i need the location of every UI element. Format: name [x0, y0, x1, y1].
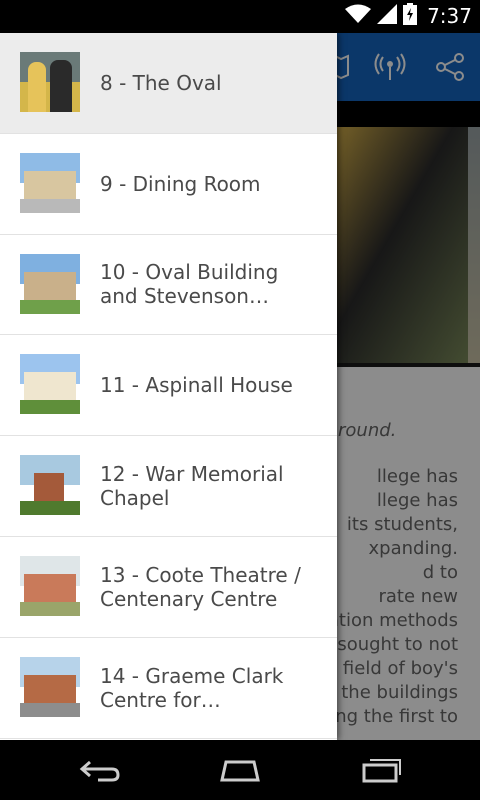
status-icons: 7:37	[345, 3, 472, 29]
dining-room-building-photo	[20, 152, 80, 213]
wifi-icon	[345, 4, 372, 28]
drawer-item-label: 9 - Dining Room	[100, 171, 261, 196]
screen: 7:37 round. llege has llege has its studen…	[0, 0, 480, 800]
navigation-bar	[0, 740, 480, 800]
recent-apps-icon[interactable]	[352, 750, 412, 790]
drawer-item-label: 11 - Aspinall House	[100, 373, 293, 398]
chapel-photo	[20, 455, 80, 516]
clock: 7:37	[427, 4, 472, 28]
drawer-item-the-oval[interactable]: 8 - The Oval	[0, 33, 337, 134]
drawer-item-oval-building[interactable]: 10 - Oval Building and Stevenson Library	[0, 235, 337, 336]
football-players-photo	[20, 52, 80, 112]
drawer-item-label: 8 - The Oval	[100, 70, 222, 95]
drawer-item-label: 14 - Graeme Clark Centre for Innovation…	[100, 663, 284, 712]
oval-building-photo	[20, 253, 80, 314]
aspinall-house-photo	[20, 354, 80, 415]
drawer-item-war-memorial-chapel[interactable]: 12 - War Memorial Chapel	[0, 436, 337, 537]
status-bar: 7:37	[0, 0, 480, 33]
drawer-item-coote-theatre[interactable]: 13 - Coote Theatre / Centenary Centre	[0, 537, 337, 638]
home-icon[interactable]	[210, 750, 270, 790]
drawer-item-label: 10 - Oval Building and Stevenson Library	[100, 260, 279, 309]
drawer-item-graeme-clark-centre[interactable]: 14 - Graeme Clark Centre for Innovation…	[0, 638, 337, 739]
battery-charging-icon	[403, 3, 418, 29]
drawer-item-aspinall-house[interactable]: 11 - Aspinall House	[0, 335, 337, 437]
back-icon[interactable]	[70, 750, 130, 790]
theatre-photo	[20, 555, 80, 616]
drawer-item-label: 13 - Coote Theatre / Centenary Centre	[100, 562, 301, 611]
graeme-clark-centre-photo	[20, 656, 80, 717]
drawer-item-label: 12 - War Memorial Chapel	[100, 462, 284, 511]
navigation-drawer: 8 - The Oval 9 - Dining Room 10 - Oval B…	[0, 33, 337, 740]
signal-icon	[377, 4, 398, 28]
drawer-item-dining-room[interactable]: 9 - Dining Room	[0, 134, 337, 235]
